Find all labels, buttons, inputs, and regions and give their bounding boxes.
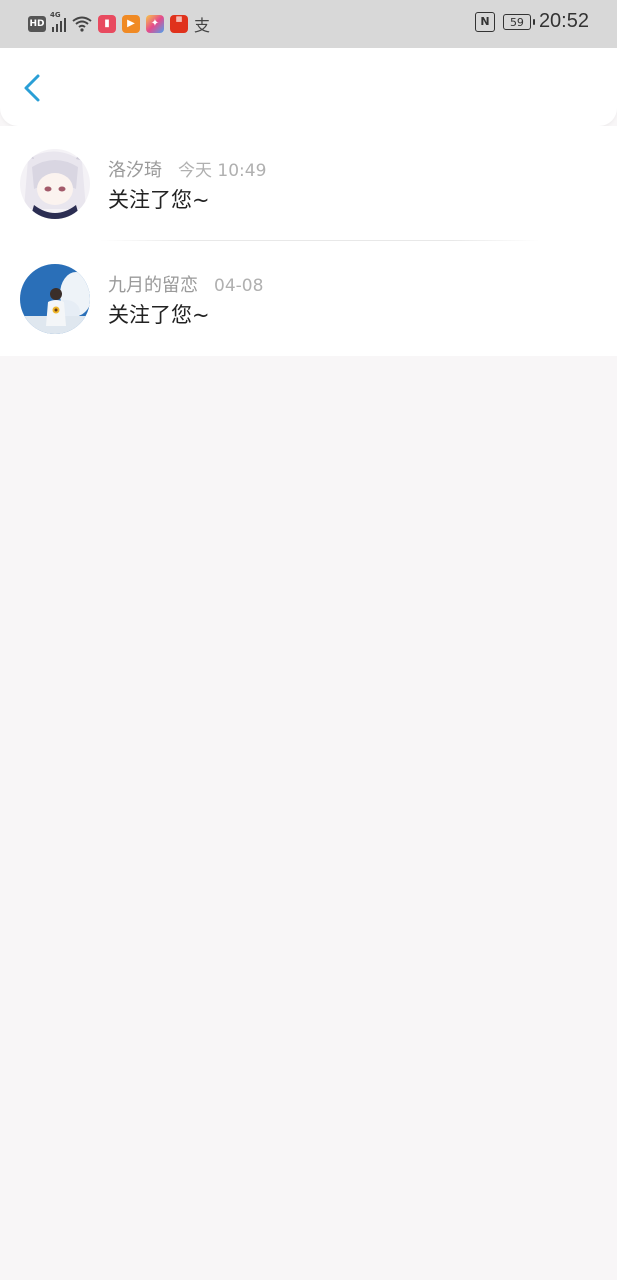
notification-item[interactable]: 洛汐琦 今天 10:49 关注了您~ — [0, 126, 617, 241]
book-app-icon: ▮ — [98, 15, 116, 33]
notification-time: 今天 10:49 — [178, 161, 267, 181]
user-name[interactable]: 洛汐琦 — [108, 160, 162, 181]
nfc-icon: N — [474, 11, 495, 32]
top-navigation-bar — [0, 48, 617, 126]
notification-message: 关注了您~ — [108, 303, 210, 327]
avatar[interactable] — [20, 264, 90, 334]
alipay-icon: 支 — [194, 16, 211, 35]
status-bar: HD 4G ▮ ▶ ✦ ▦ 支 N 59 20:52 — [0, 0, 617, 48]
battery-icon: 59 — [502, 13, 535, 30]
notification-header: 洛汐琦 今天 10:49 — [108, 156, 266, 182]
wifi-icon — [72, 16, 92, 32]
notification-time: 04-08 — [214, 276, 264, 296]
notification-header: 九月的留恋 04-08 — [108, 271, 263, 297]
notification-item[interactable]: 九月的留恋 04-08 关注了您~ — [0, 241, 617, 356]
hd-badge: HD — [28, 16, 46, 32]
clock: 20:52 — [538, 10, 589, 32]
video-app-icon: ▶ — [122, 15, 140, 33]
network-type-label: 4G — [50, 11, 61, 19]
notification-message: 关注了您~ — [108, 188, 210, 212]
notification-list: 洛汐琦 今天 10:49 关注了您~ 九月的留恋 04-08 关注了您~ — [0, 126, 617, 356]
chevron-left-icon — [24, 74, 40, 102]
avatar[interactable] — [20, 149, 90, 219]
shopping-app-icon: ▦ — [170, 15, 188, 33]
status-bar-left: HD 4G ▮ ▶ ✦ ▦ 支 — [28, 11, 211, 36]
status-bar-right: N 59 20:52 — [474, 10, 589, 33]
cellular-signal-icon: 4G — [50, 11, 66, 32]
color-app-icon: ✦ — [146, 15, 164, 33]
back-button[interactable] — [16, 70, 52, 106]
user-name[interactable]: 九月的留恋 — [108, 275, 198, 296]
